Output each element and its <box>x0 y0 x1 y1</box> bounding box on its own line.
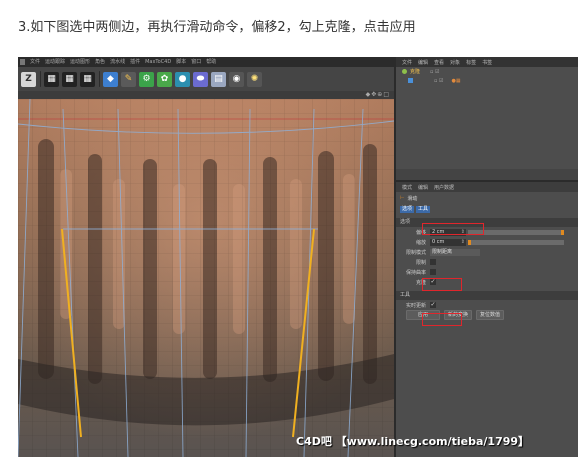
object-row[interactable]: ▫ ☑ ●▦ <box>396 76 578 85</box>
pen-icon[interactable]: ✎ <box>121 71 136 87</box>
offset-highlight-box <box>422 223 484 235</box>
3d-viewport[interactable] <box>18 99 394 457</box>
object-row[interactable]: 克隆 ▫ ☑ <box>396 67 578 76</box>
preserve-curvature-row: 保持曲率 <box>396 267 578 277</box>
menu-item-window[interactable]: 窗口 <box>191 57 201 67</box>
main-toolbar: Z ▦ ▦ ▦ ◆ ✎ ⚙ ✿ ● ⬬ ▤ ◉ ✺ <box>18 67 394 91</box>
am-menu-user-data[interactable]: 用户数据 <box>434 184 454 191</box>
section-tools: 工具 <box>396 291 578 300</box>
menubar-grip <box>20 59 25 65</box>
menu-item-character[interactable]: 角色 <box>95 57 105 67</box>
om-menu-view[interactable]: 查看 <box>434 59 444 66</box>
preserve-curvature-label: 保持曲率 <box>405 269 426 276</box>
clapper-icon[interactable]: ▦ <box>80 71 95 87</box>
menu-item-script[interactable]: 脚本 <box>176 57 186 67</box>
object-manager-menubar: 文件 编辑 查看 对象 标签 书签 <box>396 57 578 67</box>
tab-options[interactable]: 选项 <box>400 205 415 213</box>
reset-values-button[interactable]: 复位数值 <box>476 310 505 320</box>
gear-green-icon[interactable]: ⚙ <box>139 71 154 87</box>
panel-divider <box>396 169 578 180</box>
realtime-update-label: 实时更新 <box>405 302 426 309</box>
tab-tool[interactable]: 工具 <box>416 205 431 213</box>
cinema4d-screenshot: 文件 运动跟踪 运动图形 角色 流水线 插件 MaxToC4D 脚本 窗口 帮助… <box>18 57 578 457</box>
menu-item-maxtoc4d[interactable]: MaxToC4D <box>145 57 171 67</box>
right-panels: 文件 编辑 查看 对象 标签 书签 克隆 ▫ ☑ ▫ ☑ ●▦ 模式 编辑 用户… <box>394 57 578 457</box>
om-menu-edit[interactable]: 编辑 <box>418 59 428 66</box>
slide-tool-icon: ⊢ <box>400 195 405 201</box>
spinner-icon[interactable]: ⇕ <box>461 239 465 246</box>
caption-text: 3.如下图选中两侧边，再执行滑动命令，偏移2，勾上克隆，点击应用 <box>18 20 416 35</box>
capsule-icon[interactable]: ⬬ <box>193 71 208 87</box>
realtime-update-row: 实时更新 ✓ <box>396 300 578 310</box>
attribute-manager-menubar: 模式 编辑 用户数据 <box>396 182 578 192</box>
scale-field[interactable]: 0 cm ⇕ <box>430 238 466 246</box>
menu-item-mograph[interactable]: 运动图形 <box>70 57 90 67</box>
scale-row: 缩放 0 cm ⇕ <box>396 237 578 247</box>
om-menu-tags[interactable]: 标签 <box>466 59 476 66</box>
clapper-icon[interactable]: ▦ <box>44 71 59 87</box>
realtime-update-checkbox[interactable]: ✓ <box>430 302 436 308</box>
toolbar-separator <box>99 71 100 87</box>
tool-title: ⊢ 滑动 <box>396 192 578 204</box>
clone-highlight-box <box>422 278 462 291</box>
menu-item-motion-tracking[interactable]: 运动跟踪 <box>45 57 65 67</box>
cube-icon[interactable]: ◆ <box>103 71 118 87</box>
menu-item-plugins[interactable]: 插件 <box>130 57 140 67</box>
main-menubar: 文件 运动跟踪 运动图形 角色 流水线 插件 MaxToC4D 脚本 窗口 帮助 <box>18 57 394 67</box>
limit-row: 限制 <box>396 257 578 267</box>
sphere-icon[interactable]: ● <box>175 71 190 87</box>
camera-icon[interactable]: ◉ <box>229 71 244 87</box>
viewport-header: ◆✥⊕□ <box>18 91 394 99</box>
grid-icon[interactable]: ▤ <box>211 71 226 87</box>
scale-slider[interactable] <box>468 239 564 245</box>
material-tag-icon[interactable]: ●▦ <box>451 78 460 84</box>
apply-highlight-box <box>422 313 462 326</box>
om-menu-objects[interactable]: 对象 <box>450 59 460 66</box>
mesh-object-icon <box>408 78 413 83</box>
am-menu-mode[interactable]: 模式 <box>402 184 412 191</box>
viewport-nav-icons[interactable]: ◆✥⊕□ <box>366 91 390 99</box>
object-manager: 克隆 ▫ ☑ ▫ ☑ ●▦ <box>396 67 578 169</box>
menu-item-file[interactable]: 文件 <box>30 57 40 67</box>
limit-mode-row: 限制模式 限制距离 <box>396 247 578 257</box>
object-name: 克隆 <box>410 69 421 75</box>
viewport-canvas <box>18 99 394 457</box>
tool-title-text: 滑动 <box>407 195 418 202</box>
om-menu-file[interactable]: 文件 <box>402 59 412 66</box>
om-menu-bookmarks[interactable]: 书签 <box>482 59 492 66</box>
limit-label: 限制 <box>415 259 426 266</box>
toolbar-separator <box>40 71 41 87</box>
limit-checkbox[interactable] <box>430 259 436 265</box>
clapper-icon[interactable]: ▦ <box>62 71 77 87</box>
scale-label: 缩放 <box>415 239 426 246</box>
cloner-object-icon <box>402 69 407 74</box>
menu-item-pipeline[interactable]: 流水线 <box>110 57 125 67</box>
menu-item-help[interactable]: 帮助 <box>206 57 216 67</box>
light-icon[interactable]: ✺ <box>247 71 262 87</box>
visibility-dots-icon[interactable]: ▫ ☑ <box>430 69 439 75</box>
am-menu-edit[interactable]: 编辑 <box>418 184 428 191</box>
attribute-tabs: 选项 工具 <box>396 204 578 214</box>
undo-icon[interactable]: Z <box>21 71 36 87</box>
limit-mode-dropdown[interactable]: 限制距离 <box>430 248 480 256</box>
scale-value: 0 cm <box>432 238 445 245</box>
limit-mode-label: 限制模式 <box>405 249 426 256</box>
watermark: C4D吧 【www.linecg.com/tieba/1799】 <box>296 435 530 448</box>
flower-icon[interactable]: ✿ <box>157 71 172 87</box>
preserve-curvature-checkbox[interactable] <box>430 269 436 275</box>
visibility-dots-icon[interactable]: ▫ ☑ <box>434 78 443 84</box>
